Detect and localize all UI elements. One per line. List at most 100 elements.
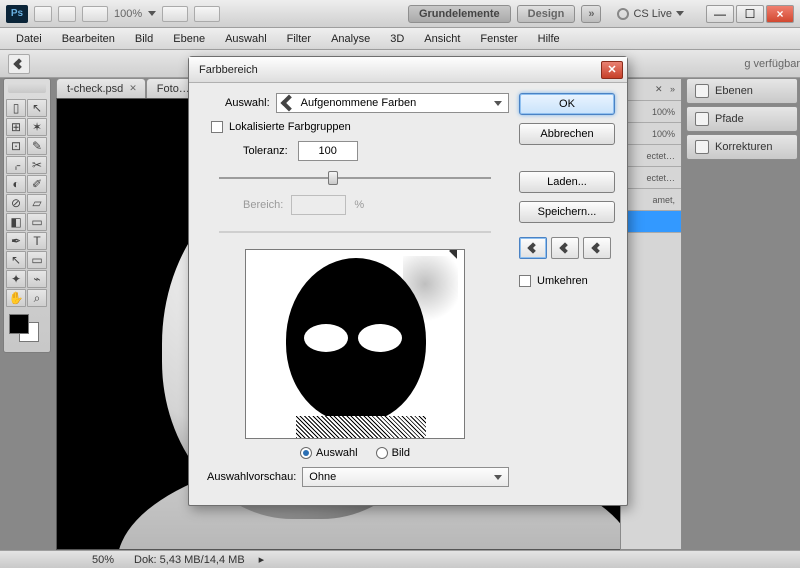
- panel-korrekturen[interactable]: Korrekturen: [687, 135, 797, 159]
- options-hint: g verfügbar: [744, 58, 800, 70]
- menubar: Datei Bearbeiten Bild Ebene Auswahl Filt…: [0, 28, 800, 50]
- panel-row[interactable]: amet,: [621, 189, 681, 211]
- tool-wand[interactable]: ✶: [27, 118, 47, 136]
- workspace-more[interactable]: »: [581, 5, 601, 23]
- ok-button[interactable]: OK: [519, 93, 615, 115]
- tool-blur[interactable]: ◧: [6, 213, 26, 231]
- window-close[interactable]: ×: [766, 5, 794, 23]
- adjustments-icon: [695, 140, 709, 154]
- status-arrow-icon[interactable]: ▸: [259, 553, 265, 566]
- dialog-titlebar[interactable]: Farbbereich ✕: [189, 57, 627, 83]
- radio-bild[interactable]: Bild: [376, 447, 410, 459]
- auswahl-label: Auswahl:: [225, 97, 270, 109]
- tool-brush[interactable]: ✂: [27, 156, 47, 174]
- panel-row[interactable]: 100%: [621, 123, 681, 145]
- tool-stamp[interactable]: ◐: [6, 175, 26, 193]
- panel-pfade[interactable]: Pfade: [687, 107, 797, 131]
- panel-row[interactable]: ectet…: [621, 145, 681, 167]
- tool-move[interactable]: ▯: [6, 99, 26, 117]
- tool-eraser[interactable]: ⊘: [6, 194, 26, 212]
- current-tool-icon[interactable]: [8, 54, 30, 74]
- auswahl-select[interactable]: Aufgenommene Farben: [276, 93, 509, 113]
- screenmode-icon[interactable]: [194, 6, 220, 22]
- viewextras-icon[interactable]: [82, 6, 108, 22]
- tool-hand[interactable]: ✋: [6, 289, 26, 307]
- tool-shape[interactable]: ▭: [27, 251, 47, 269]
- window-maximize[interactable]: ☐: [736, 5, 764, 23]
- localized-checkbox[interactable]: Lokalisierte Farbgruppen: [201, 121, 509, 133]
- status-docsize[interactable]: Dok: 5,43 MB/14,4 MB: [134, 554, 245, 566]
- toleranz-slider[interactable]: [219, 169, 491, 187]
- tool-pen[interactable]: ✒: [6, 232, 26, 250]
- panel-row[interactable]: ectet…: [621, 167, 681, 189]
- menu-3d[interactable]: 3D: [380, 28, 414, 49]
- tool-3d[interactable]: ✦: [6, 270, 26, 288]
- menu-filter[interactable]: Filter: [277, 28, 321, 49]
- menu-ebene[interactable]: Ebene: [163, 28, 215, 49]
- status-zoom[interactable]: 50%: [60, 554, 120, 566]
- zoom-dropdown-icon[interactable]: [148, 11, 156, 16]
- load-button[interactable]: Laden...: [519, 171, 615, 193]
- menu-analyse[interactable]: Analyse: [321, 28, 380, 49]
- tool-crop[interactable]: ⊡: [6, 137, 26, 155]
- cslive-button[interactable]: CS Live: [607, 8, 694, 20]
- menu-datei[interactable]: Datei: [6, 28, 52, 49]
- radio-auswahl[interactable]: Auswahl: [300, 447, 358, 459]
- zoom-percent[interactable]: 100%: [114, 8, 142, 20]
- panel-row-selected[interactable]: [621, 211, 681, 233]
- document-tab[interactable]: t-check.psd ✕: [56, 78, 146, 98]
- tool-select[interactable]: ↖: [27, 99, 47, 117]
- tool-eyedropper[interactable]: ✎: [27, 137, 47, 155]
- bridge-icon[interactable]: [34, 6, 52, 22]
- tool-heal[interactable]: ⌌: [6, 156, 26, 174]
- layers-panel-partial: ✕ » 100% 100% ectet… ectet… amet,: [620, 78, 682, 550]
- toolbox: ▯ ↖ ⊞ ✶ ⊡ ✎ ⌌ ✂ ◐ ✐ ⊘ ▱ ◧ ▭ ✒ T ↖ ▭ ✦ ⌁ …: [3, 78, 51, 353]
- right-dock: Ebenen Pfade Korrekturen: [686, 78, 798, 162]
- workspace-grundelemente[interactable]: Grundelemente: [408, 5, 511, 23]
- toleranz-input[interactable]: [298, 141, 358, 161]
- menu-ansicht[interactable]: Ansicht: [414, 28, 470, 49]
- menu-bild[interactable]: Bild: [125, 28, 163, 49]
- eyedropper-icon: [280, 95, 297, 112]
- minibridge-icon[interactable]: [58, 6, 76, 22]
- panel-ebenen[interactable]: Ebenen: [687, 79, 797, 103]
- paths-icon: [695, 112, 709, 126]
- arrange-icon[interactable]: [162, 6, 188, 22]
- radio-icon: [300, 447, 312, 459]
- panel-collapse[interactable]: ✕ »: [621, 79, 681, 101]
- tool-history[interactable]: ✐: [27, 175, 47, 193]
- dialog-close-button[interactable]: ✕: [601, 61, 623, 79]
- tool-zoom[interactable]: ⌕: [27, 289, 47, 307]
- slider-thumb[interactable]: [328, 171, 338, 185]
- vorschau-value: Ohne: [309, 471, 336, 483]
- tool-path[interactable]: ↖: [6, 251, 26, 269]
- tool-lasso[interactable]: ⊞: [6, 118, 26, 136]
- panel-row[interactable]: 100%: [621, 101, 681, 123]
- menu-fenster[interactable]: Fenster: [470, 28, 527, 49]
- umkehren-checkbox[interactable]: Umkehren: [519, 275, 615, 287]
- tool-text[interactable]: T: [27, 232, 47, 250]
- cancel-button[interactable]: Abbrechen: [519, 123, 615, 145]
- foreground-color[interactable]: [9, 314, 29, 334]
- bereich-input: [291, 195, 346, 215]
- menu-hilfe[interactable]: Hilfe: [528, 28, 570, 49]
- tool-gradient[interactable]: ▱: [27, 194, 47, 212]
- save-button[interactable]: Speichern...: [519, 201, 615, 223]
- document-tab-label: t-check.psd: [67, 83, 123, 95]
- eyedropper-sample[interactable]: [519, 237, 547, 259]
- eyedropper-add[interactable]: [551, 237, 579, 259]
- checkbox-icon: [211, 121, 223, 133]
- tool-dodge[interactable]: ▭: [27, 213, 47, 231]
- eyedropper-subtract[interactable]: [583, 237, 611, 259]
- workspace-design[interactable]: Design: [517, 5, 576, 23]
- color-swatches[interactable]: [6, 314, 46, 346]
- eyedropper-icon: [527, 242, 538, 253]
- chevron-down-icon: [494, 101, 502, 106]
- menu-bearbeiten[interactable]: Bearbeiten: [52, 28, 125, 49]
- tool-3dcam[interactable]: ⌁: [27, 270, 47, 288]
- vorschau-select[interactable]: Ohne: [302, 467, 509, 487]
- selection-preview[interactable]: [245, 249, 465, 439]
- window-minimize[interactable]: —: [706, 5, 734, 23]
- menu-auswahl[interactable]: Auswahl: [215, 28, 277, 49]
- close-icon[interactable]: ✕: [129, 83, 137, 94]
